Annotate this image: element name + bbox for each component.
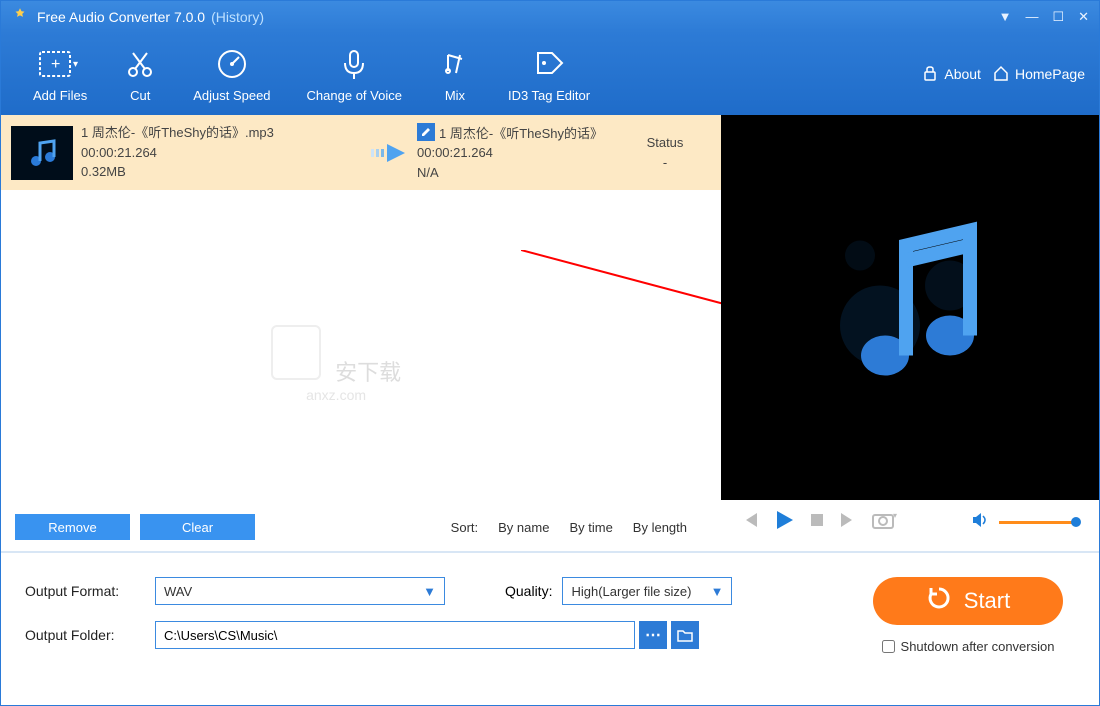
player-controls: ▾ <box>721 500 1099 545</box>
mix-label: Mix <box>445 88 465 103</box>
stop-button[interactable] <box>809 512 825 533</box>
adjust-speed-button[interactable]: Adjust Speed <box>175 41 288 108</box>
open-folder-button[interactable] <box>671 621 699 649</box>
output-folder-label: Output Folder: <box>25 627 155 643</box>
svg-text:+: + <box>51 56 60 73</box>
cut-label: Cut <box>130 88 150 103</box>
minimize-icon[interactable]: — <box>1025 9 1038 25</box>
home-icon <box>993 65 1009 84</box>
add-files-button[interactable]: ▾+ Add Files <box>15 41 105 108</box>
homepage-link[interactable]: HomePage <box>993 65 1085 84</box>
sort-by-time[interactable]: By time <box>569 520 612 535</box>
app-title: Free Audio Converter 7.0.0 <box>37 9 205 25</box>
output-format-label: Output Format: <box>25 583 155 599</box>
sort-by-length[interactable]: By length <box>633 520 687 535</box>
change-voice-label: Change of Voice <box>307 88 402 103</box>
start-button[interactable]: Start <box>873 577 1063 625</box>
main-toolbar: ▾+ Add Files Cut Adjust Speed Change of … <box>1 33 1099 115</box>
item-thumbnail <box>11 126 73 180</box>
cut-button[interactable]: Cut <box>105 41 175 108</box>
list-actions: Remove Clear Sort: By name By time By le… <box>1 509 721 545</box>
volume-icon <box>971 511 989 534</box>
window-controls: ▼ — ☐ ✕ <box>999 9 1089 25</box>
item-source-info: 1 周杰伦-《听TheShy的话》.mp3 00:00:21.264 0.32M… <box>81 123 361 182</box>
remove-button[interactable]: Remove <box>15 514 130 540</box>
history-link[interactable]: (History) <box>211 9 264 25</box>
about-link[interactable]: About <box>922 65 981 84</box>
snapshot-button[interactable]: ▾ <box>871 510 897 535</box>
chevron-down-icon: ▼ <box>711 584 724 599</box>
mix-button[interactable]: Mix <box>420 41 490 108</box>
svg-text:▾: ▾ <box>73 59 78 70</box>
maximize-icon[interactable]: ☐ <box>1052 9 1064 25</box>
dropdown-icon[interactable]: ▼ <box>999 9 1012 25</box>
sort-by-name[interactable]: By name <box>498 520 549 535</box>
play-button[interactable] <box>773 509 795 536</box>
svg-text:▾: ▾ <box>893 511 897 520</box>
chevron-down-icon: ▼ <box>423 584 436 599</box>
mix-icon <box>438 46 472 82</box>
sort-label: Sort: <box>451 520 478 535</box>
id3-editor-label: ID3 Tag Editor <box>508 88 590 103</box>
clear-button[interactable]: Clear <box>140 514 255 540</box>
volume-slider[interactable] <box>971 511 1079 534</box>
change-voice-button[interactable]: Change of Voice <box>289 41 420 108</box>
file-list: 1 周杰伦-《听TheShy的话》.mp3 00:00:21.264 0.32M… <box>1 115 721 545</box>
quality-label: Quality: <box>505 583 552 599</box>
sort-group: Sort: By name By time By length <box>451 520 687 535</box>
scissors-icon <box>123 46 157 82</box>
homepage-label: HomePage <box>1015 66 1085 82</box>
output-folder-input[interactable] <box>155 621 635 649</box>
output-settings: Output Format: WAV ▼ Quality: High(Large… <box>1 577 1099 665</box>
app-logo-icon <box>11 6 29 29</box>
music-note-icon <box>810 205 1010 410</box>
refresh-icon <box>926 585 952 617</box>
item-output-info: 1 周杰伦-《听TheShy的话》 00:00:21.264 N/A <box>417 123 617 183</box>
prev-button[interactable] <box>741 511 759 534</box>
microphone-icon <box>337 46 371 82</box>
speed-icon <box>215 46 249 82</box>
edit-icon[interactable] <box>417 123 435 141</box>
convert-arrow-icon <box>369 139 409 167</box>
list-item[interactable]: 1 周杰伦-《听TheShy的话》.mp3 00:00:21.264 0.32M… <box>1 115 721 190</box>
output-format-select[interactable]: WAV ▼ <box>155 577 445 605</box>
next-button[interactable] <box>839 511 857 534</box>
tag-icon <box>532 46 566 82</box>
more-button[interactable]: ⋯ <box>639 621 667 649</box>
titlebar: Free Audio Converter 7.0.0 (History) ▼ —… <box>1 1 1099 33</box>
shutdown-checkbox[interactable]: Shutdown after conversion <box>873 639 1063 654</box>
lock-icon <box>922 65 938 84</box>
add-files-label: Add Files <box>33 88 87 103</box>
item-status: Status - <box>625 133 705 172</box>
id3-editor-button[interactable]: ID3 Tag Editor <box>490 41 608 108</box>
watermark: 安下载 anxz.com <box>271 325 401 403</box>
add-files-icon: ▾+ <box>38 46 82 82</box>
about-label: About <box>944 66 981 82</box>
adjust-speed-label: Adjust Speed <box>193 88 270 103</box>
preview-panel <box>721 115 1099 500</box>
close-icon[interactable]: ✕ <box>1078 9 1089 25</box>
quality-select[interactable]: High(Larger file size) ▼ <box>562 577 732 605</box>
